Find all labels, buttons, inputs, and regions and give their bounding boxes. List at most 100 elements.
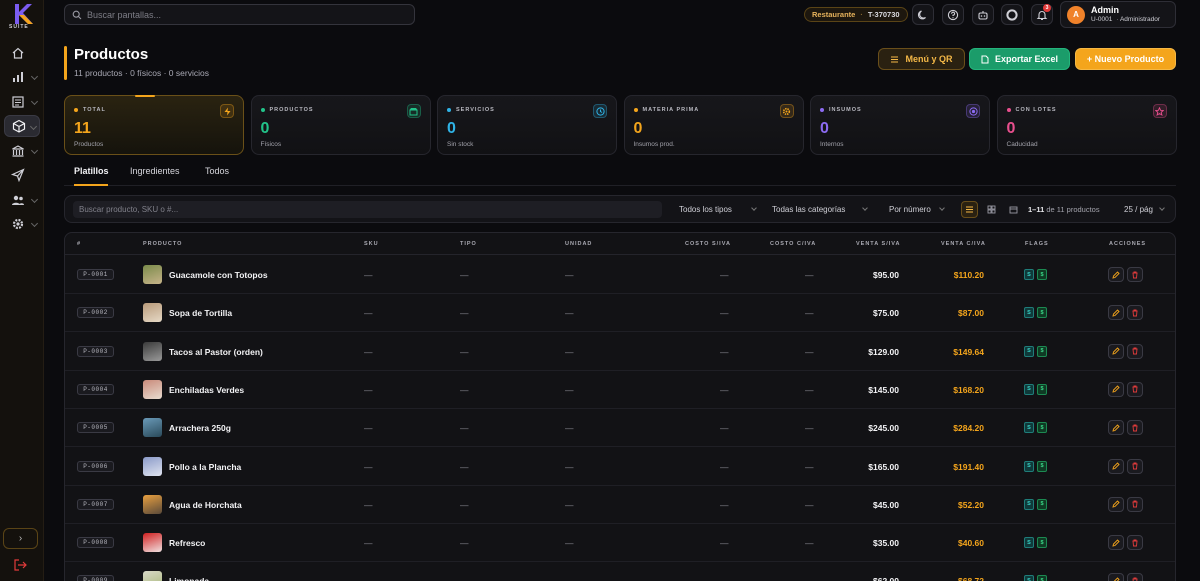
col-costo-iva[interactable]: COSTO C/IVA: [770, 241, 816, 247]
delete-button[interactable]: [1127, 496, 1143, 512]
global-search-input[interactable]: [87, 9, 387, 20]
table-row[interactable]: P-0003 Tacos al Pastor (orden) — — — — — $129.0…: [65, 333, 1175, 371]
flag-s-badge: S: [1024, 537, 1034, 549]
tab-ingredientes[interactable]: Ingredientes: [130, 166, 180, 186]
product-name[interactable]: Enchiladas Verdes: [169, 385, 244, 395]
search-icon: [72, 10, 82, 19]
list-icon: [891, 55, 899, 63]
table-row[interactable]: P-0001 Guacamole con Totopos — — — — — $95.00 $1…: [65, 256, 1175, 294]
edit-button[interactable]: [1108, 420, 1124, 436]
flag-price-badge: $: [1037, 383, 1047, 395]
product-name[interactable]: Pollo a la Plancha: [169, 462, 241, 472]
col-venta[interactable]: VENTA S/IVA: [856, 241, 901, 247]
product-venta: $129.00: [868, 346, 899, 357]
stat-card-materia-prima[interactable]: MATERIA PRIMA 0 Insumos prod.: [623, 95, 804, 155]
stat-card-servicios[interactable]: SERVICIOS 0 Sin stock: [437, 95, 617, 155]
product-name[interactable]: Sopa de Tortilla: [169, 308, 232, 318]
menu-qr-button[interactable]: Menú y QR: [878, 48, 965, 70]
edit-button[interactable]: [1108, 305, 1124, 321]
delete-button[interactable]: [1127, 573, 1143, 581]
product-venta-iva: $52.20: [958, 499, 984, 510]
table-row[interactable]: P-0005 Arrachera 250g — — — — — $245.00 $284.20 S…: [65, 409, 1175, 448]
sidebar-item-reports[interactable]: [4, 66, 40, 88]
product-name[interactable]: Limonada: [169, 576, 209, 581]
new-product-button[interactable]: + Nuevo Producto: [1075, 48, 1176, 70]
product-name[interactable]: Guacamole con Totopos: [169, 270, 268, 280]
edit-button[interactable]: [1108, 535, 1124, 551]
help-button[interactable]: [942, 4, 964, 25]
col-venta-iva[interactable]: VENTA C/IVA: [941, 241, 986, 247]
edit-button[interactable]: [1108, 343, 1124, 359]
col-tipo[interactable]: TIPO: [460, 241, 477, 247]
col-unidad[interactable]: UNIDAD: [565, 241, 592, 247]
support-button[interactable]: [1001, 4, 1023, 25]
delete-button[interactable]: [1127, 381, 1143, 397]
stat-card-insumos[interactable]: INSUMOS 0 Internos: [810, 95, 990, 155]
tab-todos[interactable]: Todos: [205, 166, 229, 186]
stat-card-con-lotes[interactable]: CON LOTES 0 Caducidad: [996, 95, 1177, 155]
list-view-button[interactable]: [961, 201, 978, 218]
sidebar-item-settings[interactable]: [4, 213, 40, 235]
table-row[interactable]: P-0002 Sopa de Tortilla — — — — — $75.00 $87.00 S…: [65, 294, 1175, 333]
product-thumbnail: [143, 571, 162, 581]
delete-button[interactable]: [1127, 535, 1143, 551]
sidebar-item-home[interactable]: [4, 42, 40, 64]
product-unidad: —: [565, 499, 574, 510]
stat-card-productos[interactable]: PRODUCTOS 0 Físicos: [250, 95, 431, 155]
table-row[interactable]: P-0006 Pollo a la Plancha — — — — — $165.00 $191…: [65, 448, 1175, 486]
delete-button[interactable]: [1127, 343, 1143, 359]
delete-button[interactable]: [1127, 267, 1143, 282]
product-name[interactable]: Refresco: [169, 538, 205, 548]
logout-icon[interactable]: [13, 559, 27, 571]
col-costo[interactable]: COSTO S/IVA: [685, 241, 731, 247]
product-search[interactable]: [73, 201, 662, 218]
stat-card-total[interactable]: TOTAL 11 Productos: [64, 95, 244, 155]
col-sku[interactable]: SKU: [364, 241, 379, 247]
per-page-select[interactable]: 25 / pág: [1124, 201, 1165, 218]
product-search-input[interactable]: [79, 205, 649, 214]
sidebar-item-products[interactable]: [4, 115, 40, 137]
product-tipo: —: [460, 576, 469, 581]
table-row[interactable]: P-0004 Enchiladas Verdes — — — — — $145.00 $168.…: [65, 371, 1175, 409]
sidebar-collapse-button[interactable]: ›: [3, 528, 38, 549]
assistant-button[interactable]: [972, 4, 994, 25]
product-name[interactable]: Tacos al Pastor (orden): [169, 347, 263, 357]
send-icon: [11, 168, 25, 182]
stat-dot: [820, 108, 824, 112]
notifications-button[interactable]: 3: [1031, 4, 1053, 25]
table-row[interactable]: P-0008 Refresco — — — — — $35.00 $40.60 S $: [65, 524, 1175, 563]
stat-value: 0: [633, 120, 643, 137]
sidebar-item-users[interactable]: [4, 189, 40, 211]
user-menu[interactable]: A Admin U-0001 · Administrador: [1060, 1, 1176, 28]
col-product[interactable]: PRODUCTO: [143, 241, 182, 247]
global-search[interactable]: [64, 4, 415, 25]
grid-view-button[interactable]: [983, 201, 1000, 218]
delete-button[interactable]: [1127, 420, 1143, 436]
edit-button[interactable]: [1108, 458, 1124, 474]
theme-toggle-button[interactable]: [912, 4, 934, 25]
edit-button[interactable]: [1108, 496, 1124, 512]
product-thumbnail: [143, 456, 162, 476]
edit-button[interactable]: [1108, 381, 1124, 397]
edit-button[interactable]: [1108, 573, 1124, 581]
stat-desc: Físicos: [260, 141, 282, 148]
sidebar-item-documents[interactable]: [4, 91, 40, 113]
pencil-icon: [1112, 424, 1120, 432]
tab-platillos[interactable]: Platillos: [74, 166, 109, 186]
product-sku: —: [364, 423, 373, 434]
table-row[interactable]: P-0007 Agua de Horchata — — — — — $45.00 $52.20 S…: [65, 486, 1175, 524]
sort-select[interactable]: Por número: [889, 201, 945, 218]
venue-pill[interactable]: Restaurante · T-370730: [804, 7, 908, 22]
delete-button[interactable]: [1127, 458, 1143, 474]
stat-label-text: PRODUCTOS: [269, 107, 314, 113]
product-name[interactable]: Arrachera 250g: [169, 423, 231, 433]
delete-button[interactable]: [1127, 305, 1143, 321]
table-row[interactable]: P-0009 Limonada — — — — — $62.00 $68.72 S$: [65, 562, 1175, 581]
category-select[interactable]: Todas las categorías: [772, 201, 868, 218]
edit-button[interactable]: [1108, 267, 1124, 282]
type-select[interactable]: Todos los tipos: [679, 201, 757, 218]
sidebar-item-send[interactable]: [4, 164, 40, 186]
product-name[interactable]: Agua de Horchata: [169, 500, 242, 510]
export-excel-button[interactable]: Exportar Excel: [969, 48, 1070, 70]
sidebar-item-bank[interactable]: [4, 140, 40, 162]
